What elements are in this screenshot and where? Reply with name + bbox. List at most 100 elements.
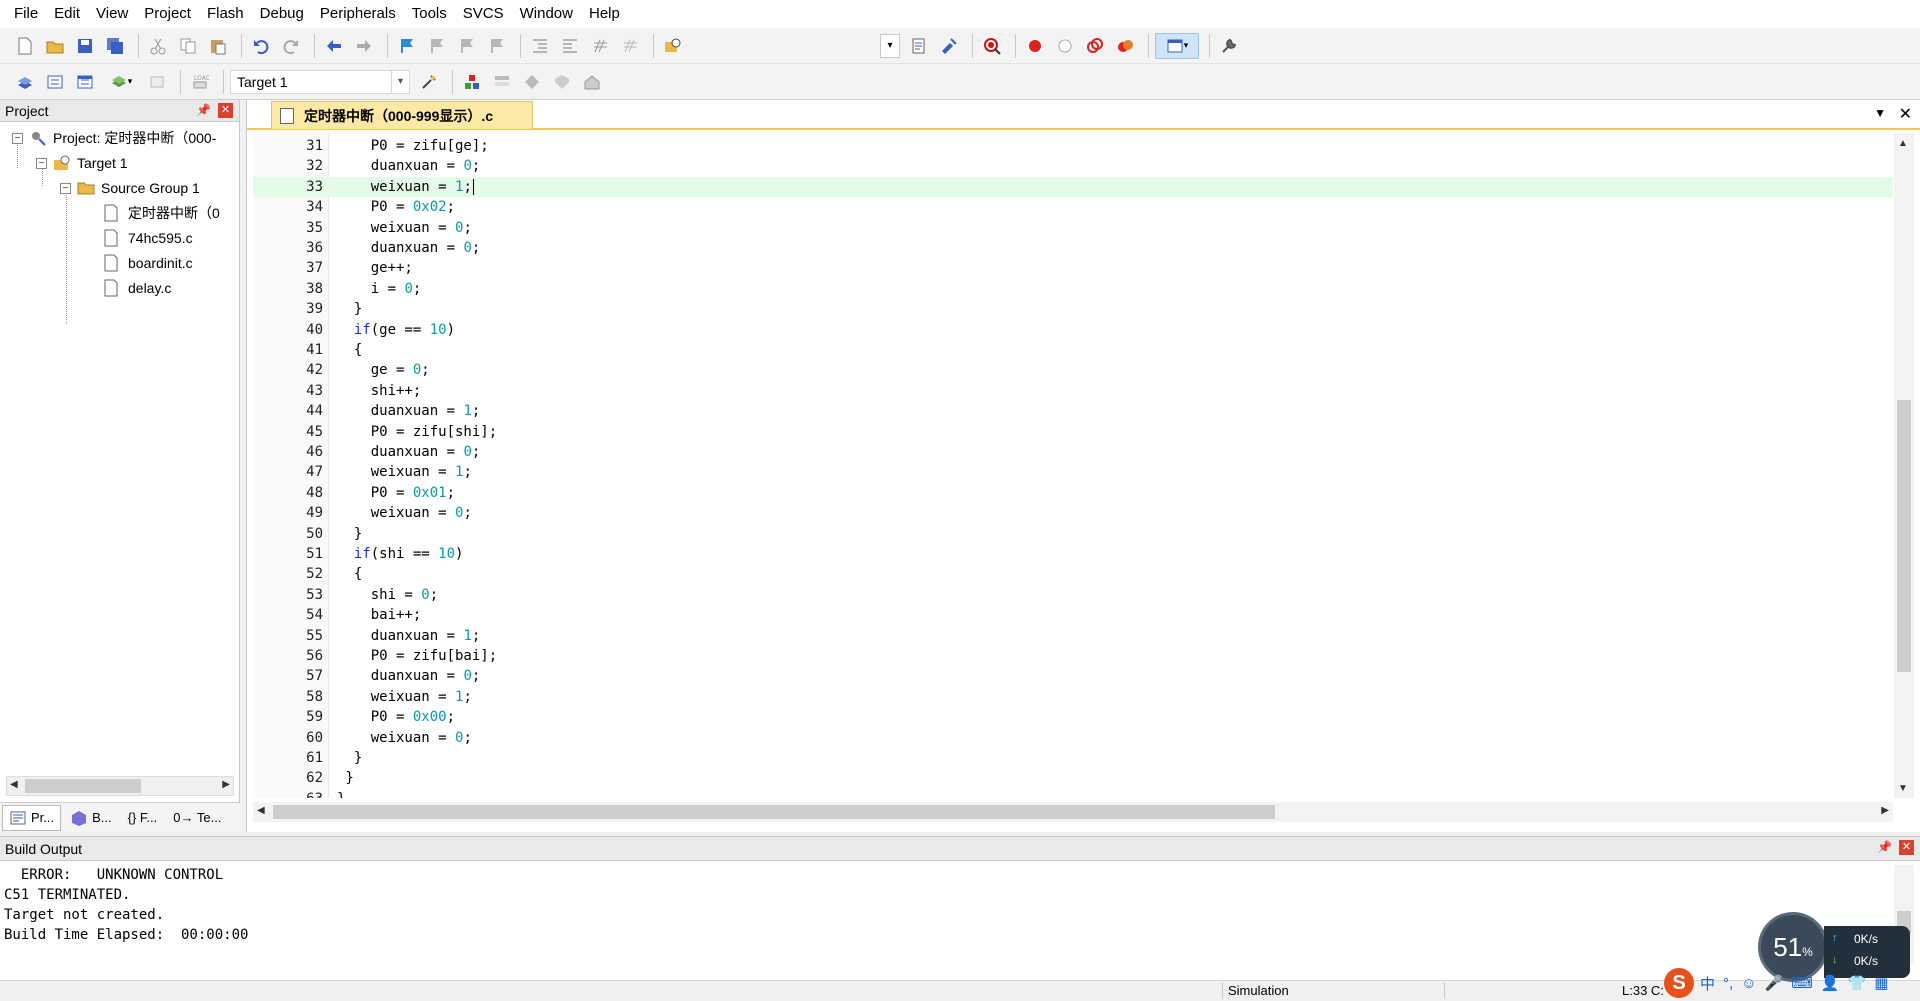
tree-file[interactable]: 74hc595.c	[102, 226, 193, 250]
close-icon[interactable]: ✕	[1899, 104, 1912, 124]
code-line[interactable]: 34 P0 = 0x02;	[253, 197, 1893, 217]
build-output-text[interactable]: ERROR: UNKNOWN CONTROL C51 TERMINATED. Tar…	[4, 865, 248, 945]
code-line[interactable]: 56 P0 = zifu[bai];	[253, 646, 1893, 666]
code-line[interactable]: 49 weixuan = 0;	[253, 503, 1893, 523]
editor-vertical-scrollbar[interactable]: ▲ ▼	[1894, 134, 1914, 798]
menu-svcs[interactable]: SVCS	[455, 0, 512, 28]
clear-bookmarks-icon[interactable]	[484, 33, 510, 59]
code-line[interactable]: 63}	[253, 789, 1893, 798]
stop-build-icon[interactable]	[144, 69, 170, 95]
menu-file[interactable]: File	[6, 0, 46, 28]
manage-project-items-icon[interactable]	[459, 69, 485, 95]
target-select[interactable]: Target 1 ▾	[230, 69, 410, 94]
tab-templates[interactable]: 0→ Te...	[166, 805, 228, 831]
code-line[interactable]: 44 duanxuan = 1;	[253, 401, 1893, 421]
code-line[interactable]: 36 duanxuan = 0;	[253, 238, 1893, 258]
paste-icon[interactable]	[205, 33, 231, 59]
emoji-icon[interactable]: ☺	[1741, 975, 1756, 992]
project-horizontal-scrollbar[interactable]: ◀ ▶	[6, 776, 234, 796]
code-line[interactable]: 60 weixuan = 0;	[253, 728, 1893, 748]
code-line[interactable]: 55 duanxuan = 1;	[253, 626, 1893, 646]
scroll-thumb[interactable]	[273, 805, 1275, 819]
code-line[interactable]: 38 i = 0;	[253, 279, 1893, 299]
skin-icon[interactable]: 👕	[1848, 974, 1867, 992]
new-file-icon[interactable]	[12, 33, 38, 59]
redo-icon[interactable]	[278, 33, 304, 59]
find-in-files-icon[interactable]	[660, 33, 686, 59]
user-icon[interactable]: 👤	[1821, 974, 1840, 992]
code-line[interactable]: 61 }	[253, 748, 1893, 768]
debug-session-icon[interactable]	[979, 33, 1005, 59]
menu-project[interactable]: Project	[136, 0, 199, 28]
menu-flash[interactable]: Flash	[199, 0, 252, 28]
collapse-icon[interactable]: −	[36, 157, 47, 169]
code-line[interactable]: 58 weixuan = 1;	[253, 687, 1893, 707]
save-all-icon[interactable]	[102, 33, 128, 59]
options-for-target-icon[interactable]	[416, 69, 442, 95]
keyboard-icon[interactable]: ⌨	[1791, 974, 1813, 992]
tree-source-group[interactable]: − Source Group 1	[60, 176, 200, 200]
tab-books[interactable]: B...	[63, 805, 119, 831]
code-line[interactable]: 62 }	[253, 768, 1893, 788]
punctuation-icon[interactable]: °,	[1723, 975, 1733, 992]
editor-horizontal-scrollbar[interactable]: ◀ ▶	[253, 802, 1893, 822]
code-line[interactable]: 57 duanxuan = 0;	[253, 666, 1893, 686]
next-bookmark-icon[interactable]	[454, 33, 480, 59]
code-line[interactable]: 48 P0 = 0x01;	[253, 483, 1893, 503]
code-line[interactable]: 47 weixuan = 1;	[253, 462, 1893, 482]
configure-icon[interactable]	[906, 33, 932, 59]
copy-icon[interactable]	[175, 33, 201, 59]
tree-file[interactable]: boardinit.c	[102, 251, 193, 275]
prev-bookmark-icon[interactable]	[424, 33, 450, 59]
pin-icon[interactable]: 📌	[1877, 840, 1892, 854]
menu-peripherals[interactable]: Peripherals	[312, 0, 404, 28]
find-dropdown[interactable]: ▾	[880, 33, 900, 58]
code-line[interactable]: 35 weixuan = 0;	[253, 218, 1893, 238]
window-layout-icon[interactable]: ▾	[1155, 32, 1199, 59]
tab-list-dropdown-icon[interactable]: ▼	[1874, 106, 1886, 120]
comment-icon[interactable]	[587, 33, 613, 59]
code-line[interactable]: 40 if(ge == 10)	[253, 320, 1893, 340]
scroll-left-icon[interactable]: ◀	[10, 779, 18, 790]
code-line[interactable]: 45 P0 = zifu[shi];	[253, 422, 1893, 442]
scroll-right-icon[interactable]: ▶	[1881, 805, 1889, 816]
save-icon[interactable]	[72, 33, 98, 59]
scroll-right-icon[interactable]: ▶	[222, 779, 230, 790]
menu-view[interactable]: View	[88, 0, 136, 28]
unindent-icon[interactable]	[557, 33, 583, 59]
build-icon[interactable]	[42, 69, 68, 95]
nav-back-icon[interactable]	[321, 33, 347, 59]
pin-icon[interactable]: 📌	[196, 103, 211, 117]
select-packs-icon[interactable]	[519, 69, 545, 95]
code-line[interactable]: 33 weixuan = 1;	[253, 176, 1893, 197]
kill-all-breakpoints-icon[interactable]	[1112, 33, 1138, 59]
file-extensions-icon[interactable]	[489, 69, 515, 95]
menu-window[interactable]: Window	[512, 0, 581, 28]
indent-icon[interactable]	[527, 33, 553, 59]
code-line[interactable]: 50 }	[253, 524, 1893, 544]
editor-file-tab[interactable]: 定时器中断（000-999显示）.c	[271, 101, 533, 129]
microphone-icon[interactable]: 🎤	[1765, 974, 1784, 992]
tree-file[interactable]: delay.c	[102, 276, 171, 300]
code-line[interactable]: 51 if(shi == 10)	[253, 544, 1893, 564]
code-line[interactable]: 31 P0 = zifu[ge];	[253, 136, 1893, 156]
code-line[interactable]: 54 bai++;	[253, 605, 1893, 625]
kill-breakpoints-icon[interactable]	[1082, 33, 1108, 59]
code-line[interactable]: 41 {	[253, 340, 1893, 360]
rebuild-icon[interactable]	[72, 69, 98, 95]
tree-file[interactable]: 定时器中断（0	[102, 201, 220, 225]
code-area[interactable]: 31 P0 = zifu[ge]; 32 duanxuan = 0; 33 weix…	[253, 134, 1893, 798]
scroll-thumb[interactable]	[25, 779, 141, 793]
code-line[interactable]: 46 duanxuan = 0;	[253, 442, 1893, 462]
compile-icon[interactable]	[12, 69, 38, 95]
code-line[interactable]: 59 P0 = 0x00;	[253, 707, 1893, 727]
code-line[interactable]: 32 duanxuan = 0;	[253, 156, 1893, 176]
close-icon[interactable]: ✕	[218, 103, 233, 118]
menu-tools[interactable]: Tools	[404, 0, 455, 28]
undo-icon[interactable]	[248, 33, 274, 59]
cut-icon[interactable]	[145, 33, 171, 59]
menu-edit[interactable]: Edit	[46, 0, 88, 28]
sogou-logo-icon[interactable]: S	[1664, 968, 1694, 998]
code-line[interactable]: 42 ge = 0;	[253, 360, 1893, 380]
scroll-down-icon[interactable]: ▼	[1898, 783, 1908, 794]
